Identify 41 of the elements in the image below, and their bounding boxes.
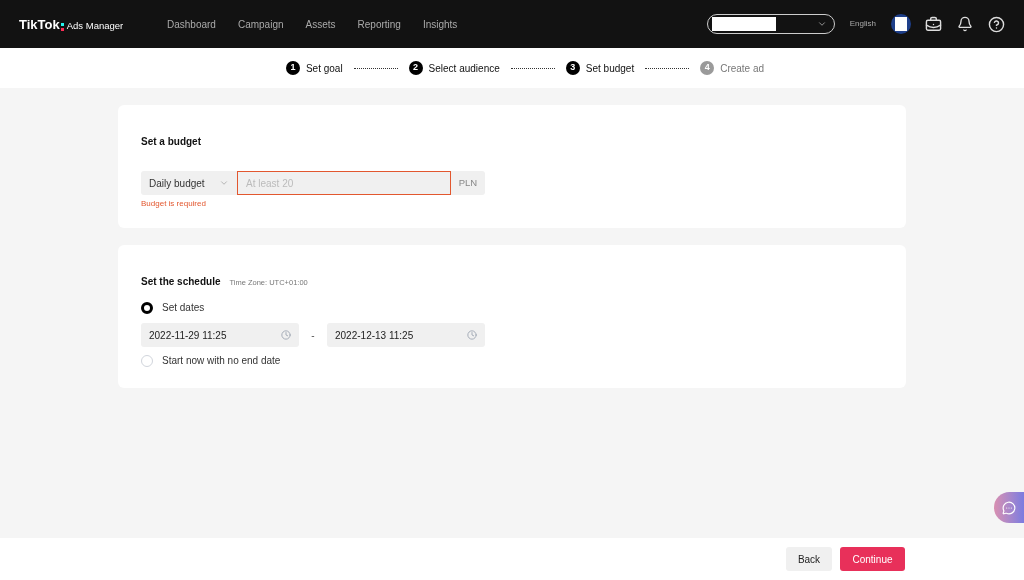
step-number: 3 — [565, 61, 580, 75]
step-number: 1 — [285, 61, 300, 75]
chevron-down-icon — [219, 178, 229, 188]
nav-link[interactable]: Assets — [305, 16, 336, 32]
help-icon[interactable] — [988, 15, 1005, 33]
briefcase-icon[interactable] — [925, 15, 942, 33]
section-title: Set the schedule — [141, 275, 221, 289]
step-label: Set budget — [585, 61, 635, 76]
budget-type-select[interactable]: Daily budget — [141, 171, 237, 195]
radio-button[interactable] — [141, 301, 153, 314]
date-separator: - — [310, 328, 316, 343]
radio-label: Start now with no end date — [162, 354, 281, 368]
nav-link[interactable]: Campaign — [237, 16, 284, 32]
back-button[interactable]: Back — [786, 547, 832, 571]
currency-label: PLN — [451, 171, 485, 195]
step-label: Select audience — [428, 61, 500, 76]
logo-text: TikTok — [19, 17, 60, 31]
redacted-block — [711, 17, 776, 31]
date-field[interactable]: 2022-12-13 11:25 — [327, 323, 485, 347]
step-label: Set goal — [305, 61, 343, 76]
nav-link[interactable]: Reporting — [357, 16, 401, 32]
language-link[interactable]: English — [849, 18, 876, 30]
error-message: Budget is required — [141, 198, 207, 210]
date-field[interactable]: 2022-11-29 11:25 — [141, 323, 299, 347]
step-number: 4 — [700, 61, 715, 75]
continue-button[interactable]: Continue — [840, 547, 905, 571]
chevron-down-icon — [816, 19, 827, 29]
chat-icon — [1002, 500, 1016, 515]
logo-subtitle: Ads Manager — [66, 21, 124, 31]
clock-icon — [467, 330, 477, 340]
nav-link[interactable]: Dashboard — [167, 16, 216, 32]
clock-icon — [281, 330, 291, 340]
radio-label: Set dates — [162, 301, 205, 315]
notification-icon[interactable] — [957, 16, 973, 32]
avatar[interactable] — [891, 14, 911, 34]
section-title: Set a budget — [141, 135, 202, 149]
logo-colon-icon — [60, 21, 64, 31]
chat-button[interactable] — [994, 492, 1024, 523]
step-number: 2 — [408, 61, 423, 75]
nav-link[interactable]: Insights — [422, 16, 458, 32]
step-label: Create ad — [720, 61, 765, 76]
